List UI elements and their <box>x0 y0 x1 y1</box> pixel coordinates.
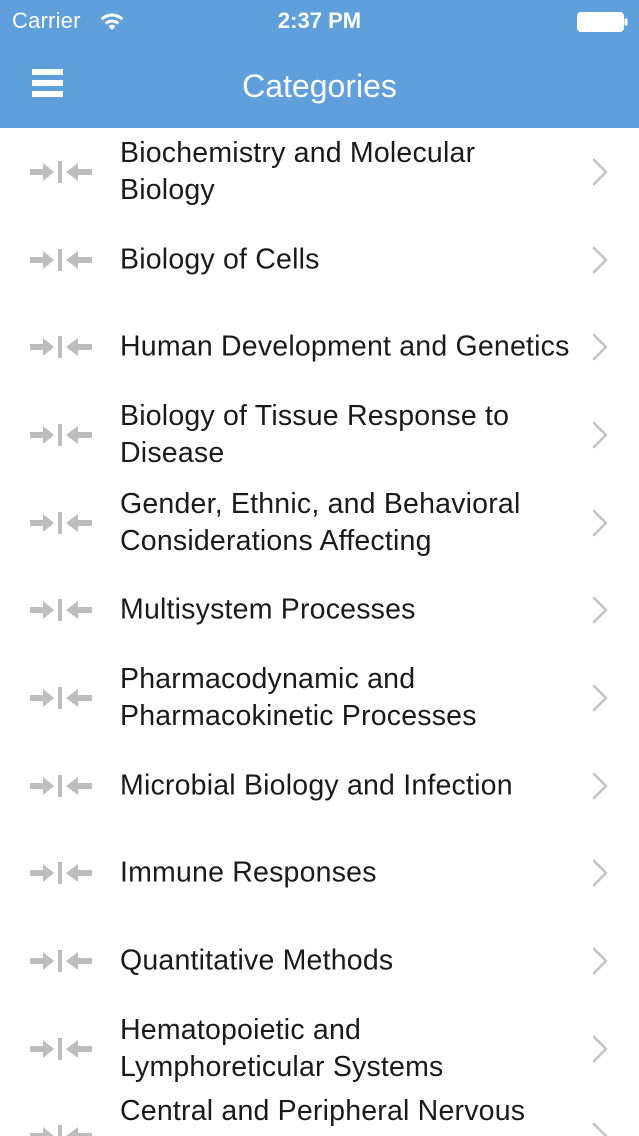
category-row[interactable]: Multisystem Processes <box>0 566 639 654</box>
category-row[interactable]: Biology of Tissue Response to Disease <box>0 391 639 479</box>
collapse-arrows-icon <box>30 686 92 709</box>
chevron-right-icon <box>592 333 608 361</box>
category-label: Biology of Cells <box>120 243 320 276</box>
page-title: Categories <box>242 68 397 104</box>
chevron-right-icon <box>592 158 608 186</box>
nav-bar: Categories <box>0 40 639 128</box>
category-label: Gender, Ethnic, and Behavioral Considera… <box>120 487 521 557</box>
collapse-arrows-icon <box>30 862 92 885</box>
category-row[interactable]: Central and Peripheral Nervous <box>0 1093 639 1136</box>
app-screen: Carrier 2:37 PM Categories Biochemistry … <box>0 0 639 1136</box>
category-label: Quantitative Methods <box>120 944 394 977</box>
chevron-right-icon <box>592 246 608 273</box>
category-row[interactable]: Biochemistry and Molecular Biology <box>0 128 639 216</box>
category-label: Human Development and Genetics <box>120 330 570 363</box>
category-row[interactable]: Human Development and Genetics <box>0 303 639 391</box>
category-label: Immune Responses <box>120 856 377 889</box>
category-row[interactable]: Immune Responses <box>0 830 639 918</box>
collapse-arrows-icon <box>30 1125 92 1136</box>
category-label: Microbial Biology and Infection <box>120 769 513 802</box>
category-row[interactable]: Pharmacodynamic and Pharmacokinetic Proc… <box>0 654 639 742</box>
status-time: 2:37 PM <box>277 8 362 33</box>
chevron-right-icon <box>592 947 608 975</box>
category-label: Hematopoietic and Lymphoreticular System… <box>120 1013 444 1083</box>
category-row[interactable]: Quantitative Methods <box>0 917 639 1005</box>
category-row[interactable]: Biology of Cells <box>0 216 639 304</box>
category-label: Biochemistry and Molecular Biology <box>120 136 476 206</box>
battery-icon <box>577 12 628 32</box>
category-row[interactable]: Gender, Ethnic, and Behavioral Considera… <box>0 479 639 567</box>
header: Carrier 2:37 PM Categories <box>0 0 639 128</box>
category-row[interactable]: Microbial Biology and Infection <box>0 742 639 830</box>
status-bar: Carrier 2:37 PM <box>0 0 639 40</box>
collapse-arrows-icon <box>30 336 92 359</box>
chevron-right-icon <box>592 860 608 887</box>
chevron-right-icon <box>592 684 608 712</box>
category-label: Multisystem Processes <box>120 593 416 626</box>
category-label: Biology of Tissue Response to Disease <box>120 399 510 469</box>
collapse-arrows-icon <box>30 160 92 183</box>
collapse-arrows-icon <box>30 1037 92 1060</box>
collapse-arrows-icon <box>30 774 92 797</box>
collapse-arrows-icon <box>30 423 92 446</box>
chevron-right-icon <box>592 772 608 799</box>
collapse-arrows-icon <box>30 599 92 622</box>
chevron-right-icon <box>592 1123 608 1136</box>
chevron-right-icon <box>592 1035 608 1063</box>
category-label: Pharmacodynamic and Pharmacokinetic Proc… <box>120 662 477 732</box>
category-row[interactable]: Hematopoietic and Lymphoreticular System… <box>0 1005 639 1093</box>
chevron-right-icon <box>592 596 608 624</box>
collapse-arrows-icon <box>30 950 92 973</box>
chevron-right-icon <box>592 421 608 449</box>
collapse-arrows-icon <box>30 511 92 534</box>
category-list: Biochemistry and Molecular Biology Biolo… <box>0 128 639 1136</box>
chevron-right-icon <box>592 509 608 536</box>
collapse-arrows-icon <box>30 248 92 271</box>
category-label: Central and Peripheral Nervous <box>120 1094 526 1127</box>
